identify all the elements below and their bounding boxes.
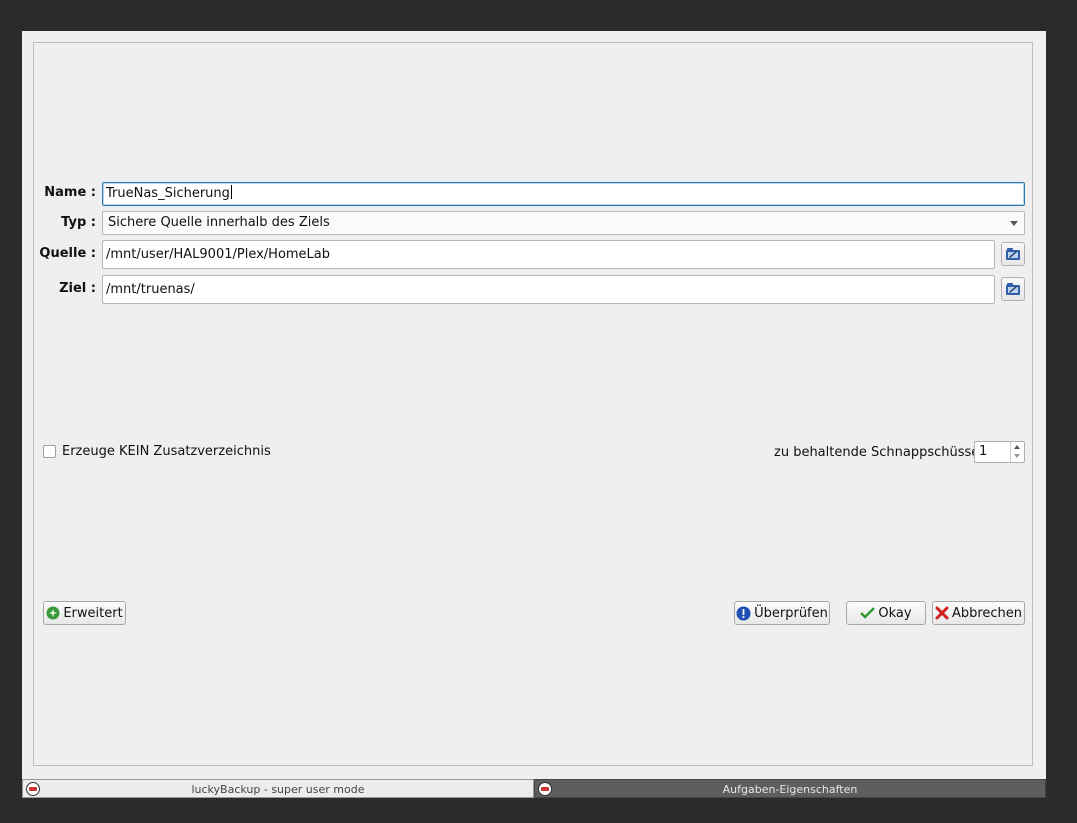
name-input-value: TrueNas_Sicherung xyxy=(106,186,230,201)
luckybackup-icon xyxy=(26,782,40,796)
source-label: Quelle : xyxy=(39,246,96,261)
taskbar: luckyBackup - super user mode Aufgaben-E… xyxy=(22,779,1046,798)
dialog-frame xyxy=(33,42,1033,766)
dest-input[interactable]: /mnt/truenas/ xyxy=(102,275,995,304)
taskbar-item-luckybackup[interactable]: luckyBackup - super user mode xyxy=(22,779,534,798)
luckybackup-icon xyxy=(538,782,552,796)
cancel-button[interactable]: Abbrechen xyxy=(932,601,1025,625)
type-select[interactable]: Sichere Quelle innerhalb des Ziels xyxy=(102,211,1025,235)
taskbar-item-luckybackup-label: luckyBackup - super user mode xyxy=(191,783,365,796)
desktop: { "form": { "name_label": "Name :", "nam… xyxy=(0,0,1077,823)
taskbar-item-task-properties[interactable]: Aufgaben-Eigenschaften xyxy=(534,779,1046,798)
type-select-value: Sichere Quelle innerhalb des Ziels xyxy=(108,215,330,230)
validate-button-label: Überprüfen xyxy=(754,605,828,621)
snapshots-spinbox[interactable]: 1 xyxy=(974,441,1025,463)
folder-browse-icon xyxy=(1006,248,1020,260)
source-input-value: /mnt/user/HAL9001/Plex/HomeLab xyxy=(106,247,331,262)
source-input[interactable]: /mnt/user/HAL9001/Plex/HomeLab xyxy=(102,240,995,269)
taskbar-item-task-properties-label: Aufgaben-Eigenschaften xyxy=(722,783,858,796)
chevron-down-icon xyxy=(1010,221,1018,226)
snapshots-label: zu behaltende Schnappschüsse: xyxy=(774,445,984,460)
name-label: Name : xyxy=(44,185,96,200)
checkmark-icon xyxy=(860,607,876,619)
cancel-button-label: Abbrechen xyxy=(951,605,1023,621)
info-icon xyxy=(736,606,751,620)
text-caret xyxy=(230,185,232,199)
name-input[interactable]: TrueNas_Sicherung xyxy=(102,182,1025,206)
source-browse-button[interactable] xyxy=(1001,242,1025,266)
okay-button-label: Okay xyxy=(878,605,912,621)
no-extra-dir-label: Erzeuge KEIN Zusatzverzeichnis xyxy=(62,444,271,459)
spin-buttons[interactable] xyxy=(1010,442,1024,462)
advanced-button[interactable]: Erweitert xyxy=(43,601,126,625)
type-label: Typ : xyxy=(61,215,96,230)
folder-browse-icon xyxy=(1006,283,1020,295)
dest-browse-button[interactable] xyxy=(1001,277,1025,301)
advanced-icon xyxy=(46,606,60,620)
cross-icon xyxy=(935,606,949,620)
chevron-up-icon[interactable] xyxy=(1014,445,1020,449)
snapshots-value: 1 xyxy=(979,444,988,459)
task-properties-dialog: Name : TrueNas_Sicherung Typ : Sichere Q… xyxy=(22,31,1046,779)
validate-button[interactable]: Überprüfen xyxy=(734,601,830,625)
dest-label: Ziel : xyxy=(59,281,96,296)
advanced-button-label: Erweitert xyxy=(63,605,123,621)
dest-input-value: /mnt/truenas/ xyxy=(106,282,195,297)
no-extra-dir-checkbox[interactable] xyxy=(43,445,56,458)
chevron-down-icon[interactable] xyxy=(1014,454,1020,458)
okay-button[interactable]: Okay xyxy=(846,601,926,625)
